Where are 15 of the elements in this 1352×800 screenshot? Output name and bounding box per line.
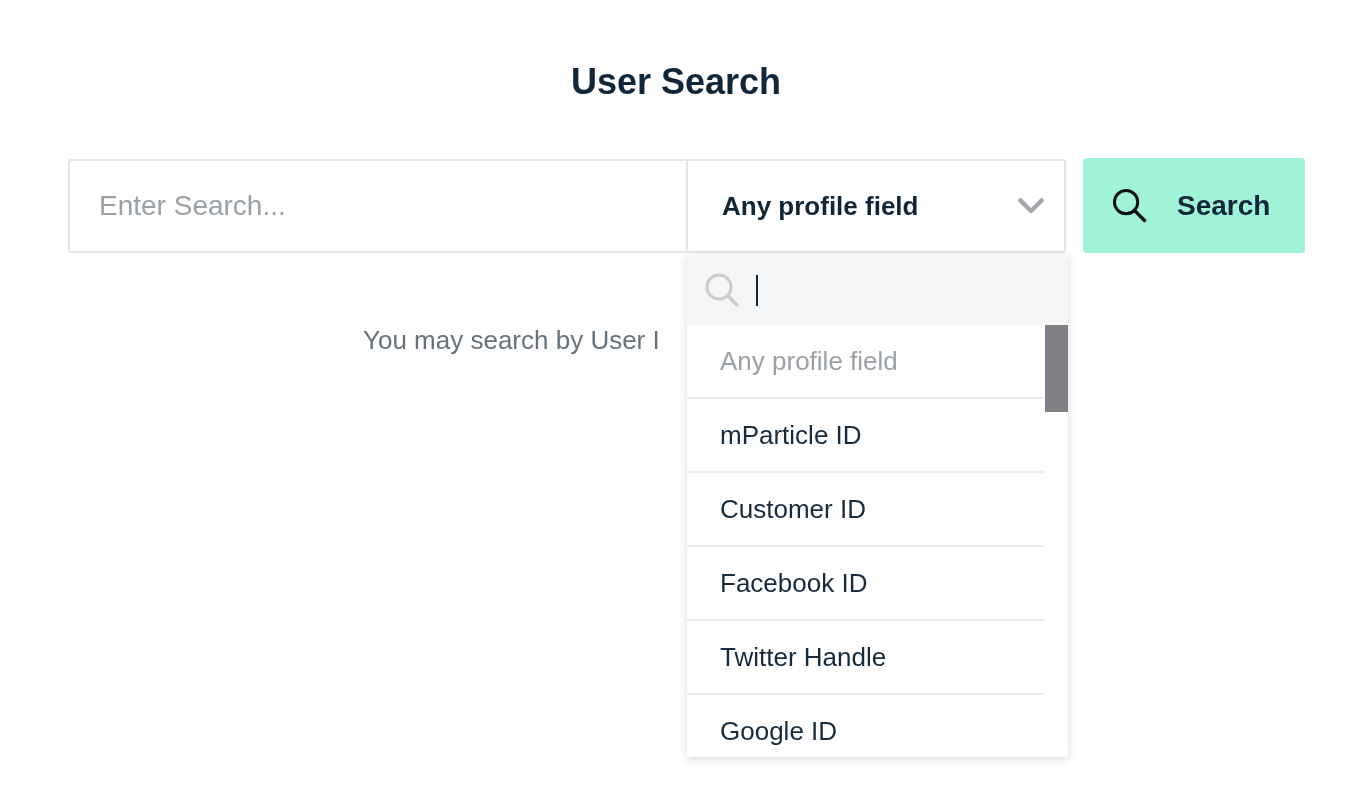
dropdown-option[interactable]: Google ID <box>687 695 1045 757</box>
scrollbar-thumb[interactable] <box>1045 325 1068 412</box>
search-icon <box>1112 188 1147 223</box>
search-button[interactable]: Search <box>1083 158 1305 253</box>
page-title: User Search <box>570 61 782 103</box>
dropdown-search-field[interactable] <box>687 255 1068 325</box>
chevron-down-icon <box>1018 198 1044 214</box>
hint-text: You may search by User I <box>363 325 660 355</box>
profile-field-select[interactable]: Any profile field <box>688 159 1066 253</box>
dropdown-option[interactable]: Customer ID <box>687 473 1045 547</box>
search-icon <box>705 273 739 307</box>
dropdown-option[interactable]: Facebook ID <box>687 547 1045 621</box>
dropdown-option[interactable]: Twitter Handle <box>687 621 1045 695</box>
search-input[interactable]: Enter Search... <box>68 159 688 253</box>
dropdown-option[interactable]: mParticle ID <box>687 399 1045 473</box>
